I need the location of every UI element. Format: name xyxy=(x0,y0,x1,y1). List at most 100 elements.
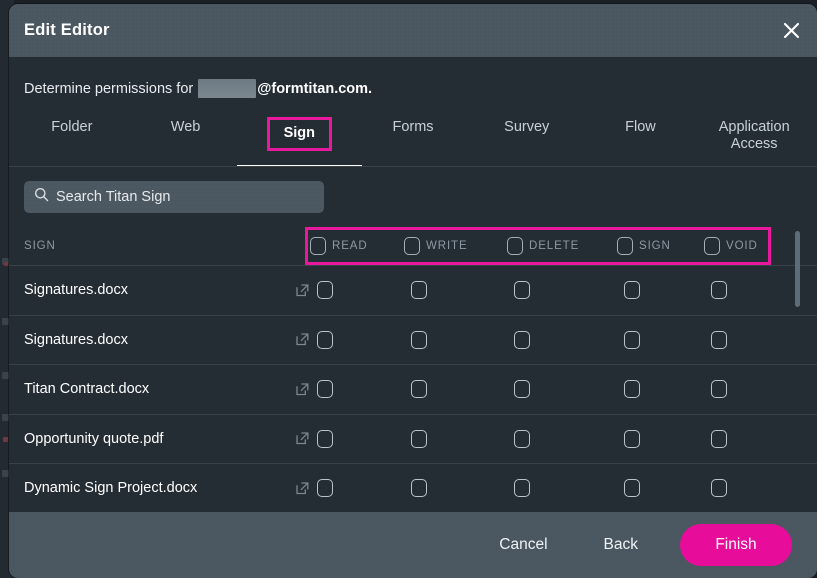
column-header-read[interactable]: READ xyxy=(310,237,404,255)
column-header-void[interactable]: VOID xyxy=(704,237,784,255)
cell-sign xyxy=(624,429,711,448)
tab-flow[interactable]: Flow xyxy=(584,109,698,136)
read-checkbox[interactable] xyxy=(317,330,333,349)
sign-checkbox[interactable] xyxy=(624,380,640,399)
search-input[interactable] xyxy=(56,189,314,205)
cell-write xyxy=(411,479,514,498)
tab-label: Sign xyxy=(266,117,332,152)
subtitle-domain: @formtitan.com. xyxy=(257,80,373,97)
redacted-username xyxy=(198,79,257,98)
close-icon xyxy=(783,22,800,39)
select-all-void-checkbox[interactable] xyxy=(704,237,720,255)
tab-web[interactable]: Web xyxy=(129,109,243,136)
dialog-body: Determine permissions for @formtitan.com… xyxy=(9,57,817,512)
cancel-button[interactable]: Cancel xyxy=(485,528,561,562)
cell-delete xyxy=(514,281,624,300)
sign-checkbox[interactable] xyxy=(624,281,640,300)
table-row: Signatures.docx xyxy=(9,265,817,315)
tab-folder[interactable]: Folder xyxy=(15,109,129,136)
external-link-icon[interactable] xyxy=(295,431,310,446)
select-all-delete-checkbox[interactable] xyxy=(507,237,523,255)
column-header-write[interactable]: WRITE xyxy=(404,237,507,255)
background-mark xyxy=(2,470,9,477)
column-header-delete[interactable]: DELETE xyxy=(507,237,617,255)
write-checkbox[interactable] xyxy=(411,479,427,498)
tab-label: Folder xyxy=(51,119,93,135)
background-mark xyxy=(3,437,8,442)
finish-button[interactable]: Finish xyxy=(680,524,792,566)
select-all-sign-checkbox[interactable] xyxy=(617,237,633,255)
table-row: Dynamic Sign Project.docx xyxy=(9,463,817,512)
background-mark xyxy=(4,262,8,266)
sign-checkbox[interactable] xyxy=(624,429,640,448)
cell-sign xyxy=(624,479,711,498)
void-checkbox[interactable] xyxy=(711,330,727,349)
cell-void xyxy=(711,479,791,498)
sign-checkbox[interactable] xyxy=(624,479,640,498)
read-checkbox[interactable] xyxy=(317,281,333,300)
select-all-write-checkbox[interactable] xyxy=(404,237,420,255)
column-header-label: SIGN xyxy=(639,240,671,252)
delete-checkbox[interactable] xyxy=(514,429,530,448)
delete-checkbox[interactable] xyxy=(514,330,530,349)
delete-checkbox[interactable] xyxy=(514,479,530,498)
tab-survey[interactable]: Survey xyxy=(470,109,584,136)
read-checkbox[interactable] xyxy=(317,380,333,399)
void-checkbox[interactable] xyxy=(711,281,727,300)
column-header-label: DELETE xyxy=(529,240,580,252)
file-name: Opportunity quote.pdf xyxy=(24,430,164,447)
column-header-sign[interactable]: SIGN xyxy=(617,237,704,255)
table-scrollbar-thumb[interactable] xyxy=(795,231,800,307)
tab-application-access[interactable]: Application Access xyxy=(697,109,811,153)
background-mark xyxy=(2,372,9,379)
cell-write xyxy=(411,281,514,300)
write-checkbox[interactable] xyxy=(411,281,427,300)
cell-write xyxy=(411,330,514,349)
write-checkbox[interactable] xyxy=(411,380,427,399)
read-checkbox[interactable] xyxy=(317,429,333,448)
cell-read xyxy=(317,281,411,300)
file-name: Dynamic Sign Project.docx xyxy=(24,480,198,497)
cell-read xyxy=(317,429,411,448)
tab-forms[interactable]: Forms xyxy=(356,109,470,136)
void-checkbox[interactable] xyxy=(711,479,727,498)
read-checkbox[interactable] xyxy=(317,479,333,498)
permissions-subtitle: Determine permissions for @formtitan.com… xyxy=(9,57,817,98)
write-checkbox[interactable] xyxy=(411,330,427,349)
table-row: Signatures.docx xyxy=(9,314,817,365)
search-box[interactable] xyxy=(24,181,324,213)
delete-checkbox[interactable] xyxy=(514,281,530,300)
close-button[interactable] xyxy=(765,4,817,57)
tab-label: Survey xyxy=(504,119,550,135)
select-all-read-checkbox[interactable] xyxy=(310,237,326,255)
cell-sign xyxy=(624,380,711,399)
back-button[interactable]: Back xyxy=(590,528,652,562)
cell-void xyxy=(711,429,791,448)
cell-sign xyxy=(624,330,711,349)
external-link-icon[interactable] xyxy=(295,332,310,347)
void-checkbox[interactable] xyxy=(711,380,727,399)
dialog-footer: Cancel Back Finish xyxy=(9,512,817,578)
cell-delete xyxy=(514,429,624,448)
file-name: Titan Contract.docx xyxy=(24,381,150,398)
cell-delete xyxy=(514,330,624,349)
search-icon xyxy=(34,187,56,207)
external-link-icon[interactable] xyxy=(295,382,310,397)
sign-checkbox[interactable] xyxy=(624,330,640,349)
tabs-divider xyxy=(9,166,817,167)
delete-checkbox[interactable] xyxy=(514,380,530,399)
column-header-label: WRITE xyxy=(426,240,468,252)
file-name: Signatures.docx xyxy=(24,331,128,348)
table-row: Opportunity quote.pdf xyxy=(9,413,817,464)
write-checkbox[interactable] xyxy=(411,429,427,448)
background-mark xyxy=(2,318,9,325)
tab-label: Flow xyxy=(625,119,656,135)
tab-label: Application Access xyxy=(718,119,790,153)
external-link-icon[interactable] xyxy=(295,481,310,496)
table-row: Titan Contract.docx xyxy=(9,364,817,414)
cell-write xyxy=(411,380,514,399)
external-link-icon[interactable] xyxy=(295,283,310,298)
tab-sign[interactable]: Sign xyxy=(242,109,356,153)
void-checkbox[interactable] xyxy=(711,429,727,448)
background-mark xyxy=(2,414,9,421)
